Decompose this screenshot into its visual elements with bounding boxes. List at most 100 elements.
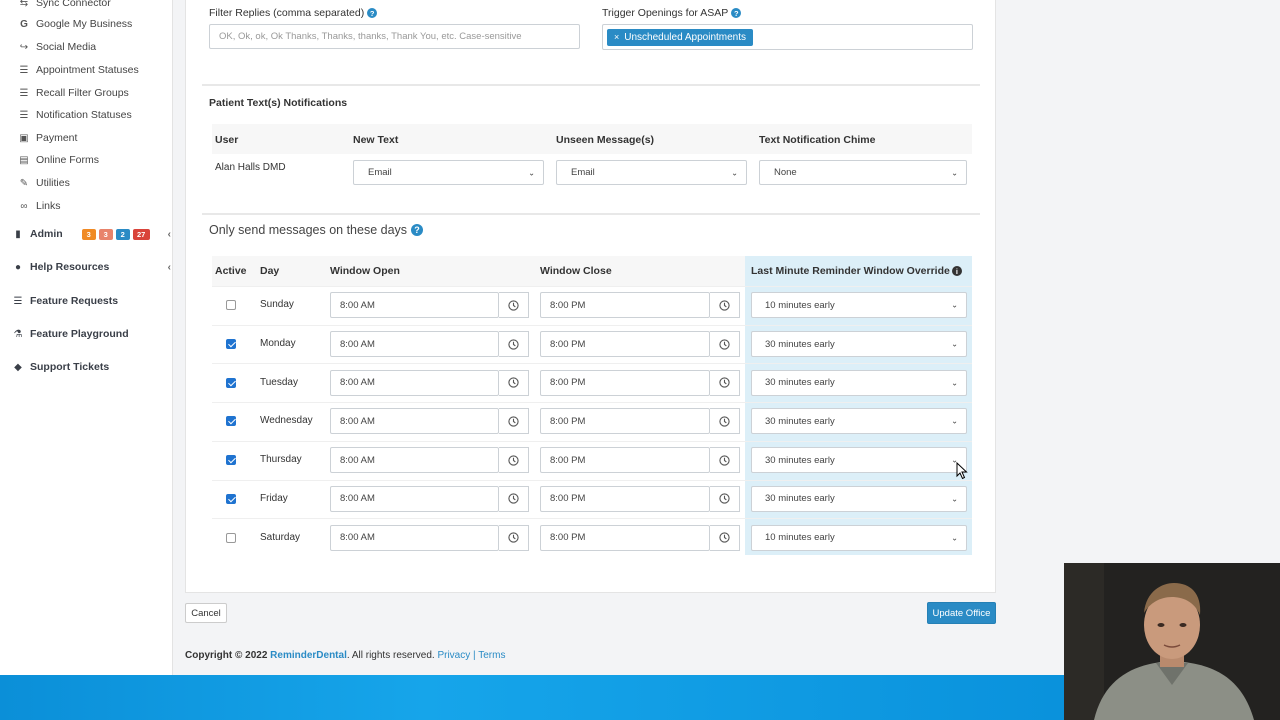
info-icon: ●	[14, 261, 22, 273]
window-close-clock-button[interactable]	[710, 447, 740, 474]
active-checkbox[interactable]	[226, 339, 236, 350]
window-open-input[interactable]: 8:00 AM	[330, 485, 499, 512]
link-icon: ∞	[20, 200, 28, 212]
active-checkbox[interactable]	[226, 300, 236, 311]
row-divider	[212, 479, 972, 481]
divider	[202, 213, 980, 215]
list-icon: ☰	[13, 295, 23, 307]
window-open-input[interactable]: 8:00 AM	[330, 524, 499, 551]
clock-icon	[719, 300, 730, 311]
window-close-input[interactable]: 8:00 PM	[540, 447, 710, 474]
header-window-close: Window Close	[540, 265, 612, 277]
active-checkbox[interactable]	[226, 377, 236, 388]
sidebar-item-feature-requests[interactable]: ☰ Feature Requests	[12, 292, 119, 310]
text-notification-chime-select[interactable]: None ⌄	[759, 160, 967, 185]
money-icon: ▣	[19, 132, 29, 144]
admin-badge-orange: 3	[81, 228, 96, 240]
override-select[interactable]: 10 minutes early ⌄	[751, 292, 967, 319]
clock-icon	[508, 377, 519, 388]
help-icon[interactable]: ?	[731, 8, 742, 18]
sidebar-item-label: Feature Playground	[30, 328, 129, 340]
window-close-clock-button[interactable]	[710, 408, 740, 435]
sidebar-item-links[interactable]: ∞ Links	[18, 198, 60, 214]
webcam-overlay	[1064, 563, 1280, 720]
window-close-clock-button[interactable]	[710, 369, 740, 396]
copyright-text: Copyright © 2022	[185, 650, 268, 661]
window-close-input[interactable]: 8:00 PM	[540, 331, 710, 358]
window-open-input[interactable]: 8:00 AM	[330, 292, 499, 319]
filter-replies-placeholder: OK, Ok, ok, Ok Thanks, Thanks, thanks, T…	[219, 31, 522, 42]
window-close-clock-button[interactable]	[710, 524, 740, 551]
chevron-left-icon: ‹	[167, 228, 171, 240]
override-select[interactable]: 30 minutes early ⌄	[751, 369, 967, 396]
sidebar-item-sync-connector[interactable]: ⇆ Sync Connector	[18, 0, 111, 11]
chevron-down-icon: ⌄	[951, 168, 958, 177]
window-open-input[interactable]: 8:00 AM	[330, 408, 499, 435]
window-close-input[interactable]: 8:00 PM	[540, 408, 710, 435]
window-open-clock-button[interactable]	[499, 408, 529, 435]
privacy-link[interactable]: Privacy	[437, 650, 470, 661]
filter-replies-input[interactable]: OK, Ok, ok, Ok Thanks, Thanks, thanks, T…	[209, 24, 580, 49]
window-open-input[interactable]: 8:00 AM	[330, 447, 499, 474]
override-select[interactable]: 30 minutes early ⌄	[751, 408, 967, 435]
override-select[interactable]: 10 minutes early ⌄	[751, 524, 967, 551]
sidebar-item-recall-filter-groups[interactable]: ☰ Recall Filter Groups	[18, 85, 129, 101]
active-checkbox[interactable]	[226, 416, 236, 427]
override-select[interactable]: 30 minutes early ⌄	[751, 331, 967, 358]
sidebar-item-utilities[interactable]: ✎ Utilities	[18, 175, 70, 191]
window-open-clock-button[interactable]	[499, 331, 529, 358]
unseen-messages-select[interactable]: Email ⌄	[556, 160, 747, 185]
help-icon[interactable]: ?	[411, 224, 424, 236]
sidebar-item-help-resources[interactable]: ● Help Resources ‹	[12, 258, 173, 276]
sidebar-item-google-my-business[interactable]: G Google My Business	[18, 16, 132, 32]
window-close-input[interactable]: 8:00 PM	[540, 524, 710, 551]
window-close-input[interactable]: 8:00 PM	[540, 369, 710, 396]
window-open-value: 8:00 AM	[340, 454, 375, 466]
active-checkbox[interactable]	[226, 493, 236, 504]
sidebar-item-support-tickets[interactable]: ◆ Support Tickets	[12, 358, 109, 376]
clock-icon	[508, 300, 519, 311]
window-open-clock-button[interactable]	[499, 524, 529, 551]
day-label: Thursday	[260, 454, 302, 466]
window-close-clock-button[interactable]	[710, 292, 740, 319]
sidebar-item-social-media[interactable]: ↪ Social Media	[18, 39, 96, 55]
window-close-clock-button[interactable]	[710, 485, 740, 512]
window-close-value: 8:00 PM	[550, 415, 586, 427]
sidebar-item-feature-playground[interactable]: ⚗ Feature Playground	[12, 325, 129, 343]
window-open-input[interactable]: 8:00 AM	[330, 369, 499, 396]
clock-icon	[508, 455, 519, 466]
window-open-clock-button[interactable]	[499, 447, 529, 474]
override-select[interactable]: 30 minutes early ⌄	[751, 485, 967, 512]
window-open-clock-button[interactable]	[499, 485, 529, 512]
new-text-select[interactable]: Email ⌄	[353, 160, 544, 185]
sidebar-item-payment[interactable]: ▣ Payment	[18, 130, 77, 146]
remove-tag-icon[interactable]: ×	[614, 32, 619, 42]
window-open-clock-button[interactable]	[499, 369, 529, 396]
terms-link[interactable]: Terms	[478, 650, 505, 661]
override-select[interactable]: 30 minutes early ⌄	[751, 447, 967, 474]
unscheduled-appointments-tag[interactable]: × Unscheduled Appointments	[607, 28, 754, 46]
update-office-button[interactable]: Update Office	[927, 602, 996, 624]
clock-icon	[719, 377, 730, 388]
chevron-down-icon: ⌄	[731, 168, 738, 177]
window-close-clock-button[interactable]	[710, 331, 740, 358]
cancel-button[interactable]: Cancel	[185, 603, 227, 623]
brand-link[interactable]: ReminderDental	[270, 650, 347, 661]
day-label: Tuesday	[260, 376, 298, 388]
sidebar-item-appointment-statuses[interactable]: ☰ Appointment Statuses	[18, 62, 139, 78]
info-icon[interactable]: i	[951, 266, 962, 276]
help-icon[interactable]: ?	[367, 8, 378, 18]
chevron-down-icon: ⌄	[951, 494, 958, 504]
sidebar-item-label: Payment	[36, 132, 78, 144]
sidebar-item-online-forms[interactable]: ▤ Online Forms	[18, 152, 99, 168]
admin-badge-salmon: 3	[98, 228, 113, 240]
window-open-input[interactable]: 8:00 AM	[330, 331, 499, 358]
trigger-openings-input[interactable]: × Unscheduled Appointments	[602, 24, 973, 50]
window-open-clock-button[interactable]	[499, 292, 529, 319]
sidebar-item-notification-statuses[interactable]: ☰ Notification Statuses	[18, 107, 132, 123]
active-checkbox[interactable]	[226, 455, 236, 466]
active-checkbox[interactable]	[226, 532, 236, 543]
window-close-input[interactable]: 8:00 PM	[540, 292, 710, 319]
window-close-input[interactable]: 8:00 PM	[540, 485, 710, 512]
sidebar-item-admin[interactable]: ▮ Admin 3 3 2 27 ‹	[12, 225, 173, 243]
